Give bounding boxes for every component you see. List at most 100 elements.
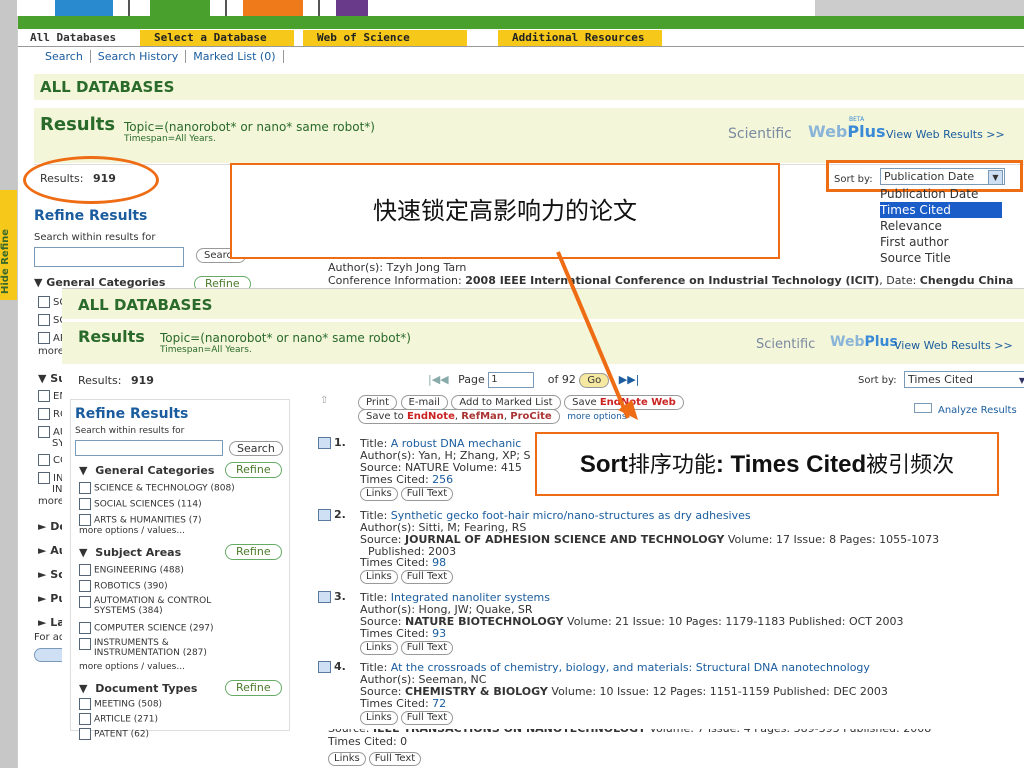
timespan-text: Timespan=All Years.	[124, 134, 216, 144]
links-button[interactable]: Links	[360, 711, 398, 725]
tab-additional-resources[interactable]: Additional Resources	[498, 30, 662, 46]
full-text-button[interactable]: Full Text	[400, 711, 454, 725]
header-stripe-blue	[55, 0, 113, 16]
subj-item[interactable]: ROBOTICS (390)	[79, 580, 168, 592]
callout-text-2: Sort排序功能: Times Cited被引频次	[579, 451, 955, 478]
record-number: 4.	[334, 660, 346, 673]
record-links: Links Full Text	[360, 640, 456, 655]
record-times-cited: Times Cited: 93	[360, 627, 447, 640]
tab-all-databases[interactable]: All Databases	[18, 30, 148, 46]
webplus-plus: Plus	[847, 122, 886, 141]
record-number: 2.	[334, 508, 346, 521]
links-button[interactable]: Links	[360, 570, 398, 584]
subj-item[interactable]: ENGINEERING (488)	[79, 564, 184, 576]
links-button[interactable]: Links	[360, 641, 398, 655]
subnav-search-history[interactable]: Search History	[90, 50, 187, 63]
subj-item[interactable]: INSTRUMENTS & INSTRUMENTATION (287)	[79, 638, 239, 658]
header-stripe-divider	[318, 0, 320, 16]
links-button[interactable]: Links	[328, 752, 366, 766]
front-search-button[interactable]: Search	[229, 441, 283, 456]
back-search-input[interactable]	[34, 247, 184, 267]
front-timespan: Timespan=All Years.	[160, 345, 252, 355]
doc-item[interactable]: ARTICLE (271)	[79, 713, 158, 725]
view-web-results-link[interactable]: View Web Results >>	[886, 128, 1005, 141]
scientific-label: Scientific	[728, 126, 792, 142]
subj-item[interactable]: AUTOMATION & CONTROL SYSTEMS (384)	[79, 596, 229, 616]
front-results-count-row: Results: 919	[78, 374, 154, 387]
hide-refine-tab[interactable]: Hide Refine	[0, 190, 17, 300]
page-input[interactable]: 1	[488, 372, 535, 388]
left-gutter	[0, 0, 17, 768]
record-times-cited: Times Cited: 72	[360, 697, 447, 710]
doc-item[interactable]: PATENT (62)	[79, 728, 149, 740]
record-number: 1.	[334, 436, 346, 449]
front-general-categories: ▼ General Categories	[79, 464, 215, 477]
record-number: 3.	[334, 590, 346, 603]
gen-more-link[interactable]: more options / values...	[79, 526, 185, 536]
front-subject-areas: ▼ Subject Areas	[79, 546, 182, 559]
sort-option-selected[interactable]: Times Cited	[880, 202, 1002, 218]
tab-select-database[interactable]: Select a Database	[140, 30, 294, 46]
front-search-within: Search within results for	[75, 426, 185, 436]
record-times-cited: Times Cited: 98	[360, 556, 447, 569]
subj-more-link[interactable]: more options / values...	[79, 662, 185, 672]
page-title: ALL DATABASES	[40, 78, 175, 96]
record-links: Links Full Text	[360, 569, 456, 584]
back-more-link[interactable]: more	[38, 496, 64, 507]
front-scientific-label: Scientific	[756, 337, 816, 352]
header-stripe-purple	[336, 0, 368, 16]
gen-cat-item[interactable]: ARTS & HUMANITIES (7)	[79, 514, 202, 526]
front-sort-select[interactable]: Times Cited ▼	[904, 371, 1024, 388]
front-doctype-refine[interactable]: Refine	[225, 680, 282, 696]
tab-underline	[18, 46, 1024, 47]
arrow-icon: ⇧	[320, 395, 329, 406]
front-refine-panel: Refine Results Search within results for…	[70, 399, 290, 740]
doc-item[interactable]: MEETING (508)	[79, 698, 162, 710]
header-stripe-divider	[225, 0, 227, 16]
analyze-icon	[914, 403, 932, 413]
full-text-button[interactable]: Full Text	[400, 487, 454, 501]
full-text-button[interactable]: Full Text	[400, 641, 454, 655]
subnav-search[interactable]: Search	[38, 50, 91, 63]
back-more-link[interactable]: more	[38, 346, 64, 357]
chevron-down-icon: ▼	[1018, 376, 1024, 385]
hide-refine-label: Hide Refine	[0, 228, 11, 294]
front-general-refine[interactable]: Refine	[225, 462, 282, 478]
back-section-la[interactable]: ► La	[38, 616, 65, 629]
header-stripe-gray	[815, 0, 1024, 16]
front-webplus-logo: WebPlus	[830, 334, 898, 350]
sort-option[interactable]: Source Title	[880, 250, 1002, 266]
save-to-button[interactable]: Save to EndNote, RefMan, ProCite	[358, 409, 560, 424]
front-sort-label: Sort by:	[858, 375, 897, 386]
header-stripe-orange	[243, 0, 303, 16]
header-stripe-divider	[128, 0, 130, 16]
print-button[interactable]: Print	[358, 395, 398, 410]
first-page-icon[interactable]: |◀◀	[428, 373, 449, 386]
subj-item[interactable]: COMPUTER SCIENCE (297)	[79, 622, 214, 634]
links-button[interactable]: Links	[360, 487, 398, 501]
gen-cat-item[interactable]: SOCIAL SCIENCES (114)	[79, 498, 202, 510]
record-links: Links Full Text	[360, 486, 456, 501]
record-links: Links Full Text	[360, 710, 456, 725]
full-text-button[interactable]: Full Text	[368, 752, 422, 766]
front-subject-refine[interactable]: Refine	[225, 544, 282, 560]
title-band: ALL DATABASES	[34, 74, 1024, 100]
full-text-button[interactable]: Full Text	[400, 570, 454, 584]
webplus-beta: BETA	[849, 116, 865, 123]
tab-web-of-science[interactable]: Web of Science	[303, 30, 467, 46]
subnav: Search Search History Marked List (0)	[38, 50, 284, 63]
webplus-web: Web	[808, 122, 848, 141]
front-view-web-results[interactable]: View Web Results >>	[894, 339, 1013, 352]
results-heading: Results	[40, 114, 116, 135]
front-search-input[interactable]	[75, 440, 223, 456]
gen-cat-item[interactable]: SCIENCE & TECHNOLOGY (808)	[79, 482, 235, 494]
sort-option[interactable]: First author	[880, 234, 1002, 250]
subnav-marked-list[interactable]: Marked List (0)	[186, 50, 284, 63]
sort-option[interactable]: Relevance	[880, 218, 1002, 234]
callout-box-2: Sort排序功能: Times Cited被引频次	[535, 432, 999, 496]
analyze-results-link[interactable]: Analyze Results	[914, 403, 1017, 416]
sort-option[interactable]: Publication Date	[880, 186, 1002, 202]
back-conf-line: Conference Information: 2008 IEEE Intern…	[328, 274, 1014, 287]
green-top-bar	[18, 16, 1024, 29]
email-button[interactable]: E-mail	[400, 395, 448, 410]
